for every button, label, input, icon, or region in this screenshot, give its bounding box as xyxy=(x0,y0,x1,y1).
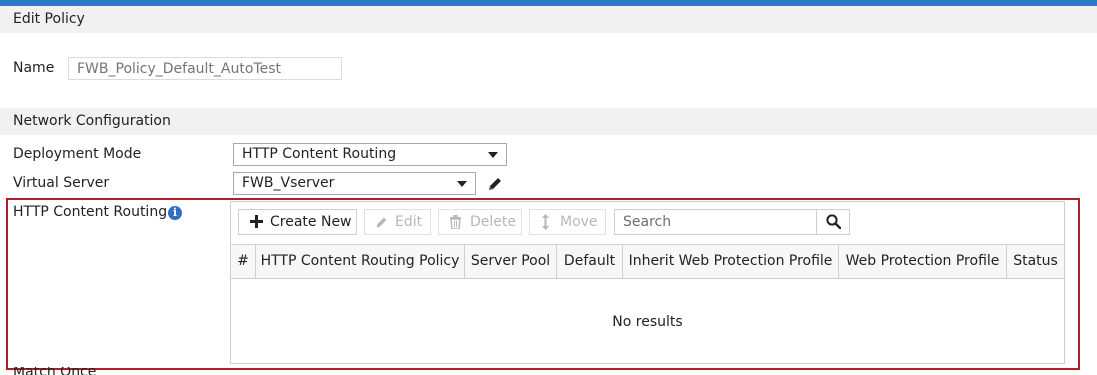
search-field xyxy=(614,209,850,235)
column-header-policy[interactable]: HTTP Content Routing Policy xyxy=(256,245,465,278)
plus-icon xyxy=(250,215,263,228)
pencil-icon xyxy=(376,217,387,228)
deployment-mode-value: HTTP Content Routing xyxy=(242,146,397,162)
column-header-server-pool[interactable]: Server Pool xyxy=(465,245,557,278)
match-once-label: Match Once xyxy=(13,367,97,375)
edit-button[interactable]: Edit xyxy=(364,209,431,235)
network-configuration-header: Network Configuration xyxy=(0,108,1097,135)
pencil-icon[interactable] xyxy=(487,176,503,192)
table-header: # HTTP Content Routing Policy Server Poo… xyxy=(231,244,1064,279)
column-header-default[interactable]: Default xyxy=(557,245,623,278)
deployment-mode-label: Deployment Mode xyxy=(13,146,142,162)
search-icon xyxy=(826,214,841,229)
edit-policy-page: Edit Policy Name Network Configuration D… xyxy=(0,0,1097,375)
search-input[interactable] xyxy=(615,210,816,234)
column-header-status[interactable]: Status xyxy=(1007,245,1064,278)
trash-icon xyxy=(450,215,461,229)
chevron-down-icon xyxy=(488,152,498,158)
move-button[interactable]: Move xyxy=(529,209,606,235)
move-label: Move xyxy=(560,214,598,230)
search-button[interactable] xyxy=(816,210,849,234)
edit-label: Edit xyxy=(395,214,423,230)
page-title: Edit Policy xyxy=(13,11,85,27)
edit-policy-header: Edit Policy xyxy=(0,6,1097,33)
deployment-mode-select[interactable]: HTTP Content Routing xyxy=(233,143,507,166)
delete-label: Delete xyxy=(470,214,516,230)
empty-state-text: No results xyxy=(612,314,683,330)
delete-button[interactable]: Delete xyxy=(438,209,522,235)
virtual-server-select[interactable]: FWB_Vserver xyxy=(233,172,476,195)
virtual-server-value: FWB_Vserver xyxy=(242,175,335,191)
column-header-web-protection-profile[interactable]: Web Protection Profile xyxy=(839,245,1007,278)
move-arrows-icon xyxy=(542,214,549,230)
column-header-number[interactable]: # xyxy=(231,245,256,278)
create-new-button[interactable]: Create New xyxy=(238,209,357,235)
virtual-server-label: Virtual Server xyxy=(13,175,110,191)
match-once-row-partial: Match Once xyxy=(13,367,253,375)
name-label: Name xyxy=(13,60,55,76)
table-toolbar: Create New Edit Delete Move Search xyxy=(231,202,1064,244)
chevron-down-icon xyxy=(457,181,467,187)
section-title: Network Configuration xyxy=(13,113,171,129)
content-routing-table-panel: Create New Edit Delete Move Search # HTT… xyxy=(230,201,1065,364)
name-input[interactable] xyxy=(68,57,342,80)
info-icon[interactable]: i xyxy=(168,206,182,220)
create-new-label: Create New xyxy=(270,214,352,230)
http-content-routing-label: HTTP Content Routing xyxy=(13,204,168,220)
column-header-inherit-profile[interactable]: Inherit Web Protection Profile xyxy=(623,245,839,278)
